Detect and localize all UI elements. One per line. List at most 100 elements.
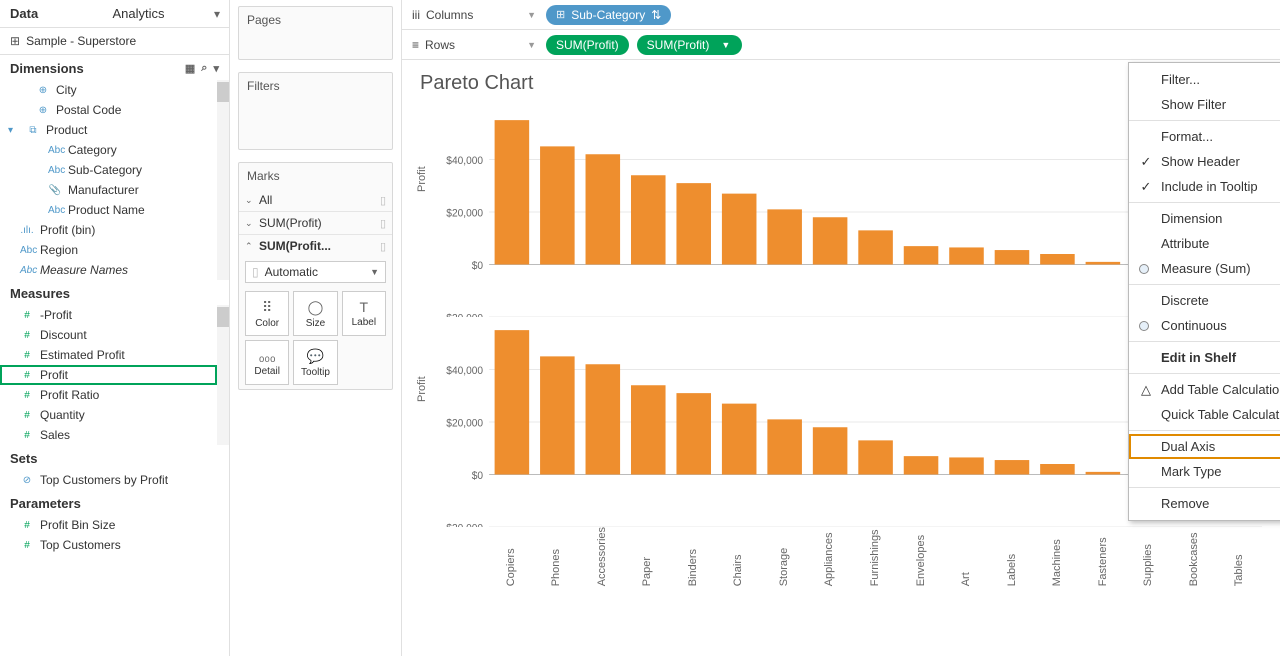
menu-item[interactable]: △Add Table Calculation... [1129,377,1280,402]
columns-shelf[interactable]: iiiColumns▼ ⊞ Sub-Category ⇅ [402,0,1280,30]
menu-item[interactable]: Quick Table Calculation▶ [1129,402,1280,427]
x-tick-label: Art [943,527,989,586]
pages-shelf[interactable]: Pages [238,6,393,60]
dimension-field[interactable]: .ılı.Profit (bin) [0,220,217,240]
measures-label: Measures [10,286,70,301]
tab-analytics[interactable]: Analytics [103,0,206,27]
field-label: Manufacturer [68,183,139,197]
set-field[interactable]: ⊘Top Customers by Profit [0,470,229,490]
search-icon[interactable]: ⌕ [201,62,207,75]
menu-item[interactable]: Dimension [1129,206,1280,231]
pill-sub-category[interactable]: ⊞ Sub-Category ⇅ [546,5,671,25]
menu-item[interactable]: ✓Show Header [1129,149,1280,174]
parameter-field[interactable]: #Profit Bin Size [0,515,229,535]
pill-label: Sub-Category [571,8,645,22]
hash-icon: # [20,350,34,361]
marks-layer[interactable]: ⌃SUM(Profit...▯ [239,234,392,257]
bar-icon: ▯ [380,194,386,207]
pill-sum-profit-1[interactable]: SUM(Profit) [546,35,629,55]
measure-field[interactable]: #Quantity [0,405,217,425]
hash-icon: # [20,370,34,381]
menu-item-label: Quick Table Calculation [1161,407,1280,422]
scrollbar[interactable] [217,305,229,445]
x-tick-label: Labels [989,527,1035,586]
dimension-field[interactable]: AbcCategory [0,140,217,160]
measure-field[interactable]: #Sales [0,425,217,445]
menu-item[interactable]: Continuous [1129,313,1280,338]
measure-field[interactable]: #Profit Ratio [0,385,217,405]
marks-btn-detail[interactable]: ₒ₀ₒDetail [245,340,289,385]
menu-item-label: Remove [1161,496,1209,511]
menu-item[interactable]: Dual Axis [1129,434,1280,459]
x-tick-label: Paper [625,527,671,586]
dimensions-header: Dimensions ▦ ⌕ ▾ [0,55,229,80]
check-icon: ✓ [1139,154,1153,170]
marks-btn-label: Detail [254,366,280,377]
field-type-icon: Abc [48,205,62,216]
measure-field[interactable]: #Estimated Profit [0,345,217,365]
marks-label: Marks [239,163,392,189]
menu-item-label: Continuous [1161,318,1227,333]
datasource-name: Sample - Superstore [26,34,136,48]
rows-shelf[interactable]: ≡Rows▼ SUM(Profit) SUM(Profit) ▼ [402,30,1280,60]
marks-btn-label[interactable]: TLabel [342,291,386,336]
marks-btn-tooltip[interactable]: 💬Tooltip [293,340,337,385]
marks-btn-size[interactable]: ◯Size [293,291,337,336]
marks-btn-color[interactable]: ⠿Color [245,291,289,336]
radio-indicator-icon [1139,321,1149,331]
marks-btn-label: Tooltip [301,367,330,378]
scrollbar[interactable] [217,80,229,280]
data-pane: Data Analytics ▾ ⊞ Sample - Superstore D… [0,0,230,656]
marks-layer[interactable]: ⌄All▯ [239,189,392,211]
measure-field[interactable]: #Profit [0,365,217,385]
dimension-field[interactable]: ⊕Postal Code [0,100,217,120]
measures-header: Measures [0,280,229,305]
dimension-field[interactable]: ⊕City [0,80,217,100]
dimension-field[interactable]: 📎Manufacturer [0,180,217,200]
marks-type-select[interactable]: ▯Automatic ▼ [245,261,386,283]
menu-item[interactable]: ✓Include in Tooltip [1129,174,1280,199]
datasource-row[interactable]: ⊞ Sample - Superstore [0,28,229,55]
filters-shelf[interactable]: Filters [238,72,393,150]
y-axis-label: Profit [416,166,428,192]
menu-item[interactable]: Measure (Sum)▶ [1129,256,1280,281]
menu-item[interactable]: Discrete [1129,288,1280,313]
pill-sum-profit-2[interactable]: SUM(Profit) ▼ [637,35,743,55]
field-label: Region [40,243,78,257]
marks-layer[interactable]: ⌄SUM(Profit)▯ [239,211,392,234]
parameter-field[interactable]: #Top Customers [0,535,229,555]
x-tick-label: Phones [534,527,580,586]
x-tick-label: Bookcases [1171,527,1217,586]
columns-icon: iii [412,8,420,22]
field-label: Product Name [68,203,145,217]
delta-icon: △ [1139,382,1153,398]
analytics-dropdown-icon[interactable]: ▾ [205,0,229,27]
x-tick-label: Supplies [1125,527,1171,586]
x-tick-label: Binders [670,527,716,586]
dimension-field[interactable]: AbcSub-Category [0,160,217,180]
dimension-field[interactable]: ▾⧉Product [0,120,217,140]
label-icon: T [360,299,369,315]
menu-item[interactable]: Format... [1129,124,1280,149]
tab-data[interactable]: Data [0,0,103,27]
menu-item[interactable]: Mark Type▶ [1129,459,1280,484]
x-tick-label: Fasteners [1080,527,1126,586]
marks-type-value: Automatic [265,265,318,279]
dimension-field[interactable]: AbcRegion [0,240,217,260]
dimension-field[interactable]: AbcMeasure Names [0,260,217,280]
dimensions-menu-icon[interactable]: ▾ [213,62,219,75]
menu-item[interactable]: Filter... [1129,67,1280,92]
measure-field[interactable]: #-Profit [0,305,217,325]
measure-field[interactable]: #Discount [0,325,217,345]
menu-item[interactable]: Edit in Shelf [1129,345,1280,370]
menu-separator [1129,373,1280,374]
hash-icon: # [20,540,34,551]
menu-item[interactable]: Show Filter [1129,92,1280,117]
view-toggle-icon[interactable]: ▦ [185,62,195,75]
pill-label: SUM(Profit) [556,38,619,52]
menu-item[interactable]: Remove [1129,491,1280,516]
menu-separator [1129,487,1280,488]
menu-item[interactable]: Attribute [1129,231,1280,256]
dimension-field[interactable]: Abc Product Name [0,200,217,220]
marks-buttons: ⠿Color◯SizeTLabel ₒ₀ₒDetail💬Tooltip [239,287,392,389]
